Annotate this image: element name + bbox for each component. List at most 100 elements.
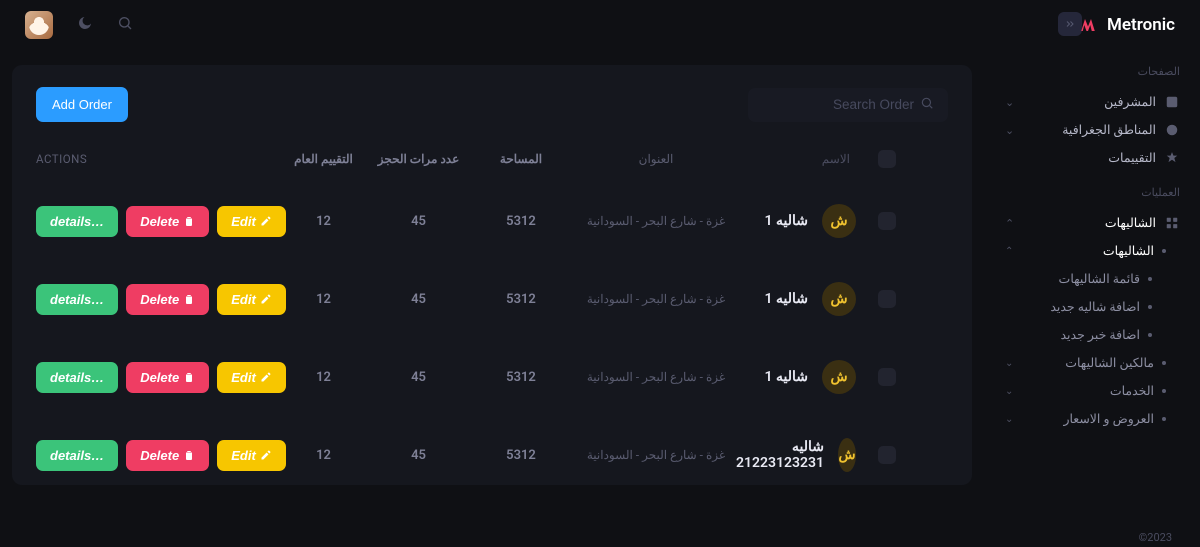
- sidebar-item-label: الشاليهات: [1105, 215, 1156, 231]
- cell-bookings: 45: [371, 370, 466, 385]
- col-header: العنوان: [576, 152, 736, 166]
- sidebar-item-label: اضافة شاليه جديد: [1050, 299, 1140, 315]
- row-checkbox[interactable]: [878, 446, 896, 464]
- col-header: عدد مرات الحجز: [371, 152, 466, 166]
- sidebar-subitem-services[interactable]: الخدمات ⌄: [1005, 377, 1166, 405]
- sidebar-item-supervisors[interactable]: المشرفين ⌄: [1005, 88, 1180, 116]
- delete-button[interactable]: Delete: [126, 440, 209, 471]
- search-icon[interactable]: [117, 15, 133, 35]
- search-input[interactable]: [764, 97, 914, 112]
- cell-name: شاليه 1ش: [736, 204, 856, 238]
- cell-bookings: 45: [371, 292, 466, 307]
- name-badge: ش: [822, 204, 856, 238]
- chevron-down-icon: ⌄: [1005, 124, 1014, 137]
- sidebar-item-label: الخدمات: [1110, 383, 1154, 399]
- sidebar-subitem-offers[interactable]: العروض و الاسعار ⌄: [1005, 405, 1166, 433]
- sidebar-leaf-list[interactable]: قائمة الشاليهات: [1005, 265, 1152, 293]
- chevron-down-icon: ⌄: [1005, 96, 1014, 109]
- chevron-up-icon: ⌃: [1005, 217, 1014, 230]
- sidebar-item-label: المناطق الجغرافية: [1062, 122, 1156, 138]
- cell-address: غزة - شارع البحر - السودانية: [576, 292, 736, 306]
- brand: Metronic: [1079, 0, 1175, 50]
- sidebar-item-label: مالكين الشاليهات: [1065, 355, 1154, 371]
- orders-table: ACTIONS التقييم العام عدد مرات الحجز الم…: [36, 150, 948, 494]
- bullet-icon: [1148, 305, 1152, 309]
- chevron-down-icon: ⌄: [1005, 358, 1013, 369]
- sidebar-section-title: العمليات: [1005, 186, 1180, 199]
- col-header: الاسم: [736, 152, 856, 166]
- globe-icon: [1164, 122, 1180, 138]
- bullet-icon: [1162, 249, 1166, 253]
- footer: ©2023: [0, 527, 1200, 547]
- sidebar-item-label: الشاليهات: [1103, 243, 1154, 259]
- sidebar-item-label: اضافة خبر جديد: [1061, 327, 1141, 343]
- details-button[interactable]: details…: [36, 284, 118, 315]
- orders-card: Add Order ACTIONS التقييم العام عدد مرات…: [12, 65, 972, 485]
- sidebar-subitem-owners[interactable]: مالكين الشاليهات ⌄: [1005, 349, 1166, 377]
- cell-area: 5312: [466, 214, 576, 229]
- brand-name: Metronic: [1107, 15, 1175, 35]
- cell-name: شاليه 21223123231ش: [736, 438, 856, 472]
- table-header: ACTIONS التقييم العام عدد مرات الحجز الم…: [36, 150, 948, 182]
- row-checkbox[interactable]: [878, 212, 896, 230]
- sidebar-leaf-add-chalet[interactable]: اضافة شاليه جديد: [1005, 293, 1152, 321]
- cell-bookings: 45: [371, 448, 466, 463]
- row-checkbox[interactable]: [878, 290, 896, 308]
- cell-rating: 12: [276, 448, 371, 463]
- sidebar-item-chalets[interactable]: الشاليهات ⌃: [1005, 209, 1180, 237]
- cell-area: 5312: [466, 370, 576, 385]
- chevron-down-icon: ⌄: [1005, 386, 1013, 397]
- cell-rating: 12: [276, 292, 371, 307]
- cell-area: 5312: [466, 448, 576, 463]
- sidebar-item-ratings[interactable]: التقييمات: [1005, 144, 1180, 172]
- cell-name: شاليه 1ش: [736, 360, 856, 394]
- table-row: details…DeleteEdit12455312غزة - شارع الب…: [36, 416, 948, 494]
- details-button[interactable]: details…: [36, 362, 118, 393]
- delete-button[interactable]: Delete: [126, 362, 209, 393]
- bullet-icon: [1148, 277, 1152, 281]
- delete-button[interactable]: Delete: [126, 284, 209, 315]
- name-badge: ش: [822, 282, 856, 316]
- name-badge: ش: [838, 438, 856, 472]
- sidebar-subitem-chalets[interactable]: الشاليهات ⌃: [1005, 237, 1166, 265]
- bullet-icon: [1162, 417, 1166, 421]
- chevron-up-icon: ⌃: [1005, 246, 1013, 257]
- theme-toggle-icon[interactable]: [77, 15, 93, 35]
- cell-rating: 12: [276, 370, 371, 385]
- grid-icon: [1164, 215, 1180, 231]
- add-order-button[interactable]: Add Order: [36, 87, 128, 122]
- sidebar-item-label: العروض و الاسعار: [1063, 411, 1154, 427]
- cell-area: 5312: [466, 292, 576, 307]
- search-order-field[interactable]: [748, 88, 948, 122]
- sidebar-item-label: التقييمات: [1108, 150, 1156, 166]
- sidebar-section-title: الصفحات: [1005, 65, 1180, 78]
- chevron-down-icon: ⌄: [1005, 414, 1013, 425]
- col-header: التقييم العام: [276, 152, 371, 166]
- sidebar-item-label: قائمة الشاليهات: [1059, 271, 1140, 287]
- table-row: details…DeleteEdit12455312غزة - شارع الب…: [36, 182, 948, 260]
- delete-button[interactable]: Delete: [126, 206, 209, 237]
- cell-address: غزة - شارع البحر - السودانية: [576, 370, 736, 384]
- cell-address: غزة - شارع البحر - السودانية: [576, 448, 736, 462]
- bullet-icon: [1162, 361, 1166, 365]
- table-row: details…DeleteEdit12455312غزة - شارع الب…: [36, 338, 948, 416]
- cell-bookings: 45: [371, 214, 466, 229]
- col-actions-header: ACTIONS: [36, 152, 276, 166]
- copyright: ©2023: [1139, 531, 1172, 544]
- search-icon: [920, 96, 934, 114]
- details-button[interactable]: details…: [36, 206, 118, 237]
- sidebar-leaf-add-news[interactable]: اضافة خبر جديد: [1005, 321, 1152, 349]
- name-badge: ش: [822, 360, 856, 394]
- star-icon: [1164, 150, 1180, 166]
- sidebar: الصفحات المشرفين ⌄ المناطق الجغرافية ⌄ ا…: [995, 50, 1200, 527]
- users-icon: [1164, 94, 1180, 110]
- bullet-icon: [1148, 333, 1152, 337]
- brand-logo-icon: [1079, 16, 1097, 34]
- sidebar-item-regions[interactable]: المناطق الجغرافية ⌄: [1005, 116, 1180, 144]
- row-checkbox[interactable]: [878, 368, 896, 386]
- cell-rating: 12: [276, 214, 371, 229]
- avatar[interactable]: [25, 11, 53, 39]
- details-button[interactable]: details…: [36, 440, 118, 471]
- cell-address: غزة - شارع البحر - السودانية: [576, 214, 736, 228]
- select-all-checkbox[interactable]: [878, 150, 896, 168]
